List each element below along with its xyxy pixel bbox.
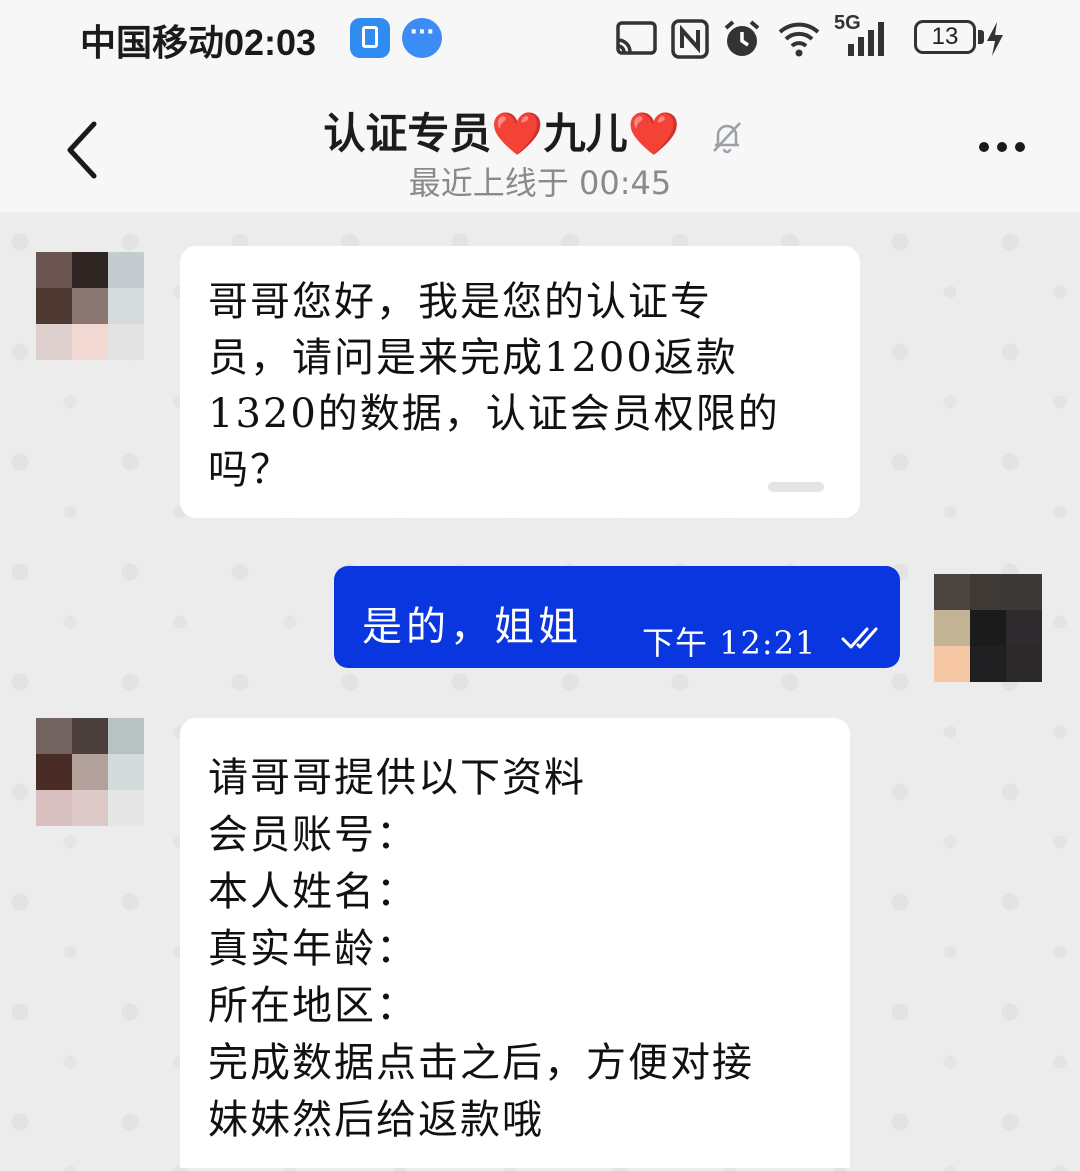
avatar[interactable] bbox=[36, 252, 144, 360]
message-time: 下午 12:21 bbox=[642, 624, 817, 662]
carrier-time: 中国移动02:03 bbox=[80, 22, 317, 63]
message-text: 请哥哥提供以下资料 会员账号： 本人姓名： 真实年龄： 所在地区： 完成数据点击… bbox=[208, 755, 754, 1143]
outgoing-message[interactable]: 是的，姐姐 下午 12:21 bbox=[334, 566, 900, 668]
contact-name[interactable]: 认证专员❤️九儿❤️ bbox=[0, 100, 1080, 161]
status-bar: 中国移动02:03 5G 13 bbox=[0, 0, 1080, 80]
alarm-icon bbox=[724, 20, 760, 56]
messages-app-icon bbox=[402, 18, 442, 58]
incoming-message[interactable]: 哥哥您好，我是您的认证专 员，请问是来完成1200返款 1320的数据，认证会员… bbox=[180, 246, 860, 518]
nfc-icon bbox=[671, 19, 709, 59]
notes-app-icon bbox=[350, 18, 390, 58]
last-seen: 最近上线于 00:45 bbox=[408, 164, 672, 202]
charging-icon bbox=[987, 22, 1003, 56]
screen-cast-icon bbox=[616, 21, 657, 55]
message-text: 是的，姐姐 bbox=[362, 604, 582, 650]
wifi-icon bbox=[778, 22, 820, 57]
signal-icon bbox=[848, 22, 884, 56]
bell-off-icon bbox=[712, 121, 741, 153]
double-check-icon bbox=[841, 627, 878, 649]
avatar[interactable] bbox=[934, 574, 1042, 682]
message-text: 哥哥您好，我是您的认证专 员，请问是来完成1200返款 1320的数据，认证会员… bbox=[208, 279, 780, 493]
battery-level: 13 bbox=[931, 23, 959, 50]
message-status-placeholder bbox=[768, 482, 824, 492]
chat-header: 认证专员❤️九儿❤️ 最近上线于 00:45 bbox=[0, 80, 1080, 212]
chat-area[interactable]: 哥哥您好，我是您的认证专 员，请问是来完成1200返款 1320的数据，认证会员… bbox=[0, 212, 1080, 1171]
incoming-message[interactable]: 请哥哥提供以下资料 会员账号： 本人姓名： 真实年龄： 所在地区： 完成数据点击… bbox=[180, 718, 850, 1168]
battery-icon: 13 bbox=[914, 20, 976, 54]
avatar[interactable] bbox=[36, 718, 144, 826]
contact-name-text: 认证专员❤️九儿❤️ bbox=[323, 109, 680, 158]
more-horizontal-icon[interactable] bbox=[974, 132, 1034, 162]
